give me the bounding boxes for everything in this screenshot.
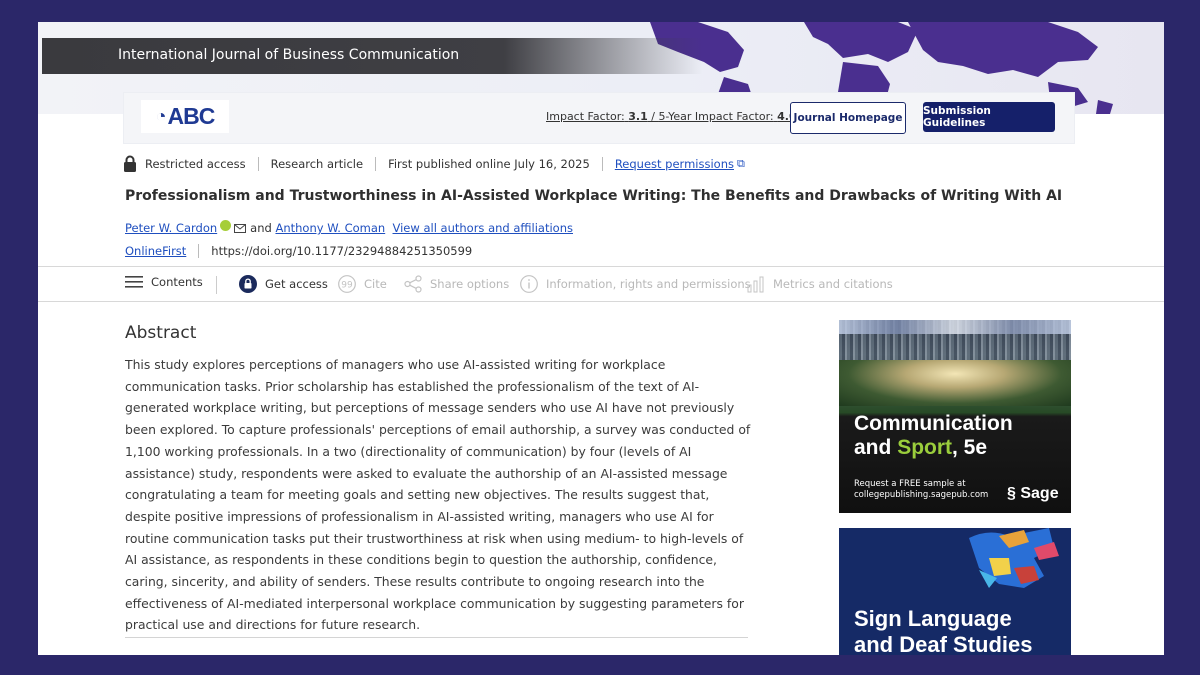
cite-button[interactable]: 99 Cite xyxy=(338,275,387,293)
ad-headline-line1: Communication xyxy=(854,412,1013,435)
quote-icon: 99 xyxy=(338,275,356,293)
divider xyxy=(375,156,377,171)
abstract-heading: Abstract xyxy=(125,323,197,343)
author-link-cardon[interactable]: Peter W. Cardon xyxy=(125,221,217,235)
article-toolbar: Contents Get access 99 Cite Share option… xyxy=(38,266,1164,302)
information-rights-button[interactable]: Information, rights and permissions xyxy=(520,275,751,293)
impact-factor-link[interactable]: Impact Factor: 3.1 / 5-Year Impact Facto… xyxy=(546,110,797,123)
email-icon[interactable] xyxy=(234,223,247,233)
get-access-button[interactable]: Get access xyxy=(239,275,328,293)
author-link-coman[interactable]: Anthony W. Coman xyxy=(275,221,385,235)
journal-homepage-button[interactable]: Journal Homepage xyxy=(790,102,906,134)
abstract-divider xyxy=(125,637,748,638)
share-options-button[interactable]: Share options xyxy=(404,275,509,293)
external-link-icon: ⧉ xyxy=(736,156,745,170)
toolbar-divider xyxy=(216,276,217,294)
ad-headline-and: and xyxy=(854,436,892,459)
stadium-lights-image xyxy=(839,320,1071,334)
request-permissions-link[interactable]: Request permissions xyxy=(615,157,734,171)
sage-brand-text: Sage xyxy=(1020,485,1059,502)
advertisement-sign-language[interactable]: Sign Language and Deaf Studies xyxy=(839,528,1071,655)
ad-headline: Communication and Sport, 5e xyxy=(854,412,1013,460)
impact-factor-value: 3.1 xyxy=(628,110,648,123)
view-all-authors-link[interactable]: View all authors and affiliations xyxy=(393,221,574,235)
ad2-headline-line1: Sign Language xyxy=(854,606,1012,631)
info-icon xyxy=(520,275,538,293)
information-rights-label: Information, rights and permissions xyxy=(546,277,751,291)
cite-label: Cite xyxy=(364,277,387,291)
painted-hand-image xyxy=(969,528,1059,588)
ad-headline-line2: and Sport, 5e xyxy=(854,436,1013,460)
logo-text: ABC xyxy=(167,103,216,129)
journal-title: International Journal of Business Commun… xyxy=(118,47,460,63)
divider xyxy=(601,156,603,171)
author-conjunction: and xyxy=(250,221,272,235)
ad-request-line1: Request a FREE sample at xyxy=(854,479,966,489)
ad-request-url: collegepublishing.sagepub.com xyxy=(854,490,989,500)
sage-logo: § Sage xyxy=(1007,485,1059,503)
lock-icon xyxy=(124,155,136,172)
journal-logo[interactable]: ◔ ABC xyxy=(141,100,229,133)
orcid-icon[interactable] xyxy=(220,219,232,231)
contents-button[interactable]: Contents xyxy=(125,275,203,289)
publication-date: First published online July 16, 2025 xyxy=(388,156,590,171)
submission-guidelines-button[interactable]: Submission Guidelines xyxy=(923,102,1055,132)
divider xyxy=(198,244,200,258)
ad-headline-edition: , 5e xyxy=(952,436,988,459)
lock-circle-icon xyxy=(239,275,257,293)
online-first-link[interactable]: OnlineFirst xyxy=(125,244,186,258)
ad-headline-sport: Sport xyxy=(897,436,953,459)
advertisement-communication-sport[interactable]: Communication and Sport, 5e Request a FR… xyxy=(839,320,1071,513)
page: International Journal of Business Commun… xyxy=(38,22,1164,655)
sage-s-icon: § xyxy=(1007,485,1016,502)
get-access-label: Get access xyxy=(265,277,328,291)
bar-chart-icon xyxy=(747,276,764,293)
article-type: Research article xyxy=(270,156,364,171)
access-status: Restricted access xyxy=(145,156,246,171)
list-icon xyxy=(125,276,143,288)
share-options-label: Share options xyxy=(430,277,510,291)
ad2-headline: Sign Language and Deaf Studies xyxy=(854,606,1032,655)
metrics-citations-button[interactable]: Metrics and citations xyxy=(747,275,893,293)
five-year-impact-label: 5-Year Impact Factor: xyxy=(658,110,774,123)
contents-label: Contents xyxy=(151,275,203,289)
stadium-field-image xyxy=(839,360,1071,406)
impact-factor-label: Impact Factor: xyxy=(546,110,625,123)
divider xyxy=(257,156,259,171)
doi-text[interactable]: https://doi.org/10.1177/2329488425135059… xyxy=(211,244,472,258)
ad2-headline-line2: and Deaf Studies xyxy=(854,632,1033,655)
abstract-text: This study explores perceptions of manag… xyxy=(125,357,751,633)
ad-request-text: Request a FREE sample at collegepublishi… xyxy=(854,479,988,501)
author-list: Peter W. Cardon and Anthony W. Coman Vie… xyxy=(125,219,574,235)
article-meta-row: Restricted access Research article First… xyxy=(123,155,745,172)
logo-swoosh-icon: ◔ xyxy=(155,106,167,126)
share-icon xyxy=(404,275,422,293)
svg-text:99: 99 xyxy=(341,281,353,291)
metrics-citations-label: Metrics and citations xyxy=(773,277,893,291)
article-title: Professionalism and Trustworthiness in A… xyxy=(125,188,1063,204)
doi-row: OnlineFirst https://doi.org/10.1177/2329… xyxy=(125,244,472,258)
